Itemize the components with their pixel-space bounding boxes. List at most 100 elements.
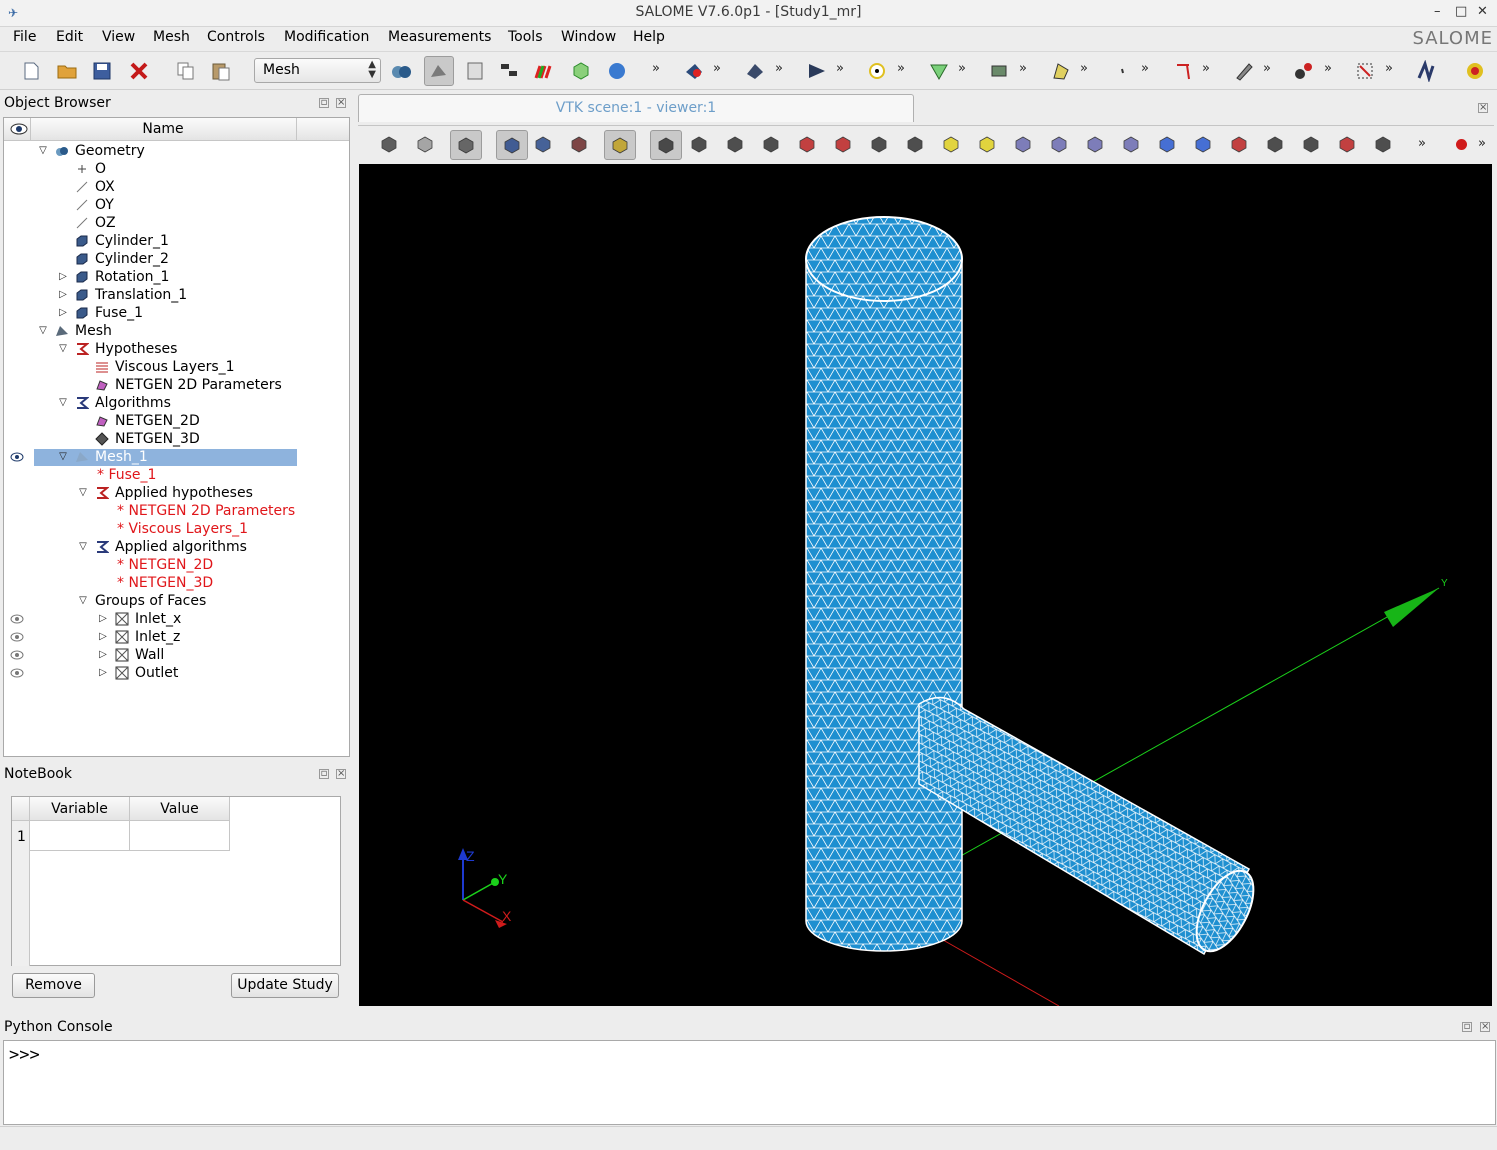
compute-mesh-icon[interactable] <box>744 60 766 82</box>
visibility-eye-icon[interactable] <box>10 649 24 661</box>
tree-item-ref-viscous-layers[interactable]: * Viscous Layers_1 <box>4 520 349 538</box>
tree-item-cylinder-2[interactable]: Cylinder_2 <box>4 250 349 268</box>
viewer-toolbar-more[interactable]: » <box>1418 136 1426 151</box>
clockwise-icon[interactable] <box>1192 133 1214 155</box>
global-pan-icon[interactable] <box>832 133 854 155</box>
expand-down-icon[interactable]: ▽ <box>37 322 49 340</box>
record-icon[interactable] <box>1456 139 1467 150</box>
front-view-icon[interactable] <box>940 133 962 155</box>
module-selector[interactable]: Mesh ▲ ▼ <box>254 58 381 83</box>
menu-file[interactable]: File <box>13 29 36 45</box>
scale-icon[interactable] <box>1354 60 1376 82</box>
float-dock-icon[interactable]: ▫ <box>319 98 329 108</box>
expand-right-icon[interactable]: ▷ <box>97 610 109 628</box>
toolbar-more-9[interactable]: » <box>1141 61 1149 76</box>
film-icon[interactable] <box>1300 133 1322 155</box>
expand-right-icon[interactable]: ▷ <box>97 646 109 664</box>
show-trihedron-icon[interactable] <box>650 130 682 160</box>
tree-item-netgen-3d[interactable]: NETGEN_3D <box>4 430 349 448</box>
column-name[interactable]: Name <box>30 121 296 137</box>
visibility-eye-icon[interactable] <box>10 631 24 643</box>
tree-item-inlet-x[interactable]: ▷ Inlet_x <box>4 610 349 628</box>
tree-item-hypotheses[interactable]: ▽ Hypotheses <box>4 340 349 358</box>
expand-down-icon[interactable]: ▽ <box>37 142 49 160</box>
toolbar-more-6[interactable]: » <box>958 61 966 76</box>
tree-item-mesh[interactable]: ▽ Mesh <box>4 322 349 340</box>
expand-right-icon[interactable]: ▷ <box>97 664 109 682</box>
mesh-module-icon[interactable] <box>424 56 454 86</box>
expand-down-icon[interactable]: ▽ <box>57 448 69 466</box>
scaling-icon[interactable] <box>1336 133 1358 155</box>
minimize-button[interactable]: – <box>1434 4 1441 19</box>
value-cell[interactable] <box>130 821 230 851</box>
toolbar-more-2[interactable]: » <box>713 61 721 76</box>
tree-item-cylinder-1[interactable]: Cylinder_1 <box>4 232 349 250</box>
close-dock-icon[interactable]: × <box>336 98 346 108</box>
tree-item-algorithms[interactable]: ▽ Algorithms <box>4 394 349 412</box>
back-view-icon[interactable] <box>976 133 998 155</box>
expand-right-icon[interactable]: ▷ <box>57 304 69 322</box>
remove-icon[interactable] <box>1172 60 1194 82</box>
rotation-point-icon[interactable] <box>414 133 436 155</box>
toolbar-more-4[interactable]: » <box>836 61 844 76</box>
toolbar-more-8[interactable]: » <box>1080 61 1088 76</box>
expand-right-icon[interactable]: ▷ <box>57 286 69 304</box>
menu-mesh[interactable]: Mesh <box>153 29 190 45</box>
expand-down-icon[interactable]: ▽ <box>77 538 89 556</box>
menu-tools[interactable]: Tools <box>508 29 543 45</box>
pencil-icon[interactable] <box>1233 60 1255 82</box>
maximize-button[interactable]: □ <box>1455 4 1467 19</box>
column-value[interactable]: Value <box>130 797 230 821</box>
select-edge-icon[interactable] <box>532 133 554 155</box>
variable-cell[interactable] <box>30 821 130 851</box>
globe-icon[interactable] <box>606 60 628 82</box>
menu-window[interactable]: Window <box>561 29 616 45</box>
tree-item-outlet[interactable]: ▷ Outlet <box>4 664 349 682</box>
expand-down-icon[interactable]: ▽ <box>57 394 69 412</box>
remove-button[interactable]: Remove <box>12 973 95 998</box>
rotation-center-icon[interactable] <box>904 133 926 155</box>
tree-item-fuse-1[interactable]: ▷ Fuse_1 <box>4 304 349 322</box>
toolbar-more-11[interactable]: » <box>1263 61 1271 76</box>
save-icon[interactable] <box>91 60 113 82</box>
edge-element-icon[interactable] <box>928 60 950 82</box>
visibility-eye-icon[interactable] <box>10 613 24 625</box>
expand-right-icon[interactable]: ▷ <box>57 268 69 286</box>
node-icon[interactable] <box>866 60 888 82</box>
tree-item-applied-hypotheses[interactable]: ▽ Applied hypotheses <box>4 484 349 502</box>
interaction-style-icon[interactable] <box>450 130 482 160</box>
tree-item-ref-netgen-2d-params[interactable]: * NETGEN 2D Parameters <box>4 502 349 520</box>
zoom-icon[interactable] <box>760 133 782 155</box>
open-folder-icon[interactable] <box>56 60 78 82</box>
highlight-icon[interactable] <box>604 130 636 160</box>
toolbar-more-1[interactable]: » <box>652 61 660 76</box>
reset-view-icon[interactable] <box>1228 133 1250 155</box>
tree-item-ox[interactable]: OX <box>4 178 349 196</box>
new-document-icon[interactable] <box>20 60 42 82</box>
tree-item-inlet-z[interactable]: ▷ Inlet_z <box>4 628 349 646</box>
toolbar-more-10[interactable]: » <box>1202 61 1210 76</box>
float-dock-icon[interactable]: ▫ <box>1462 1022 1472 1032</box>
expand-down-icon[interactable]: ▽ <box>57 340 69 358</box>
expand-right-icon[interactable]: ▷ <box>97 628 109 646</box>
transform-icon[interactable] <box>1293 60 1315 82</box>
toolbar-more-12[interactable]: » <box>1324 61 1332 76</box>
right-view-icon[interactable] <box>1120 133 1142 155</box>
python-console[interactable]: >>> <box>3 1040 1496 1125</box>
select-node-icon[interactable] <box>496 130 528 160</box>
polyhedron-icon[interactable] <box>1050 60 1072 82</box>
tree-item-mesh-1[interactable]: ▽ Mesh_1 <box>4 448 349 466</box>
expand-down-icon[interactable]: ▽ <box>77 592 89 610</box>
graduated-axes-icon[interactable] <box>1372 133 1394 155</box>
menu-view[interactable]: View <box>102 29 135 45</box>
tree-item-wall[interactable]: ▷ Wall <box>4 646 349 664</box>
tree-item-rotation-1[interactable]: ▷ Rotation_1 <box>4 268 349 286</box>
anticlockwise-icon[interactable] <box>1156 133 1178 155</box>
close-document-icon[interactable] <box>128 60 150 82</box>
lod-icon[interactable] <box>1264 133 1286 155</box>
menu-edit[interactable]: Edit <box>56 29 83 45</box>
tree-item-oz[interactable]: OZ <box>4 214 349 232</box>
menu-modification[interactable]: Modification <box>284 29 369 45</box>
paste-icon[interactable] <box>210 60 232 82</box>
toolbar-more-3[interactable]: » <box>775 61 783 76</box>
